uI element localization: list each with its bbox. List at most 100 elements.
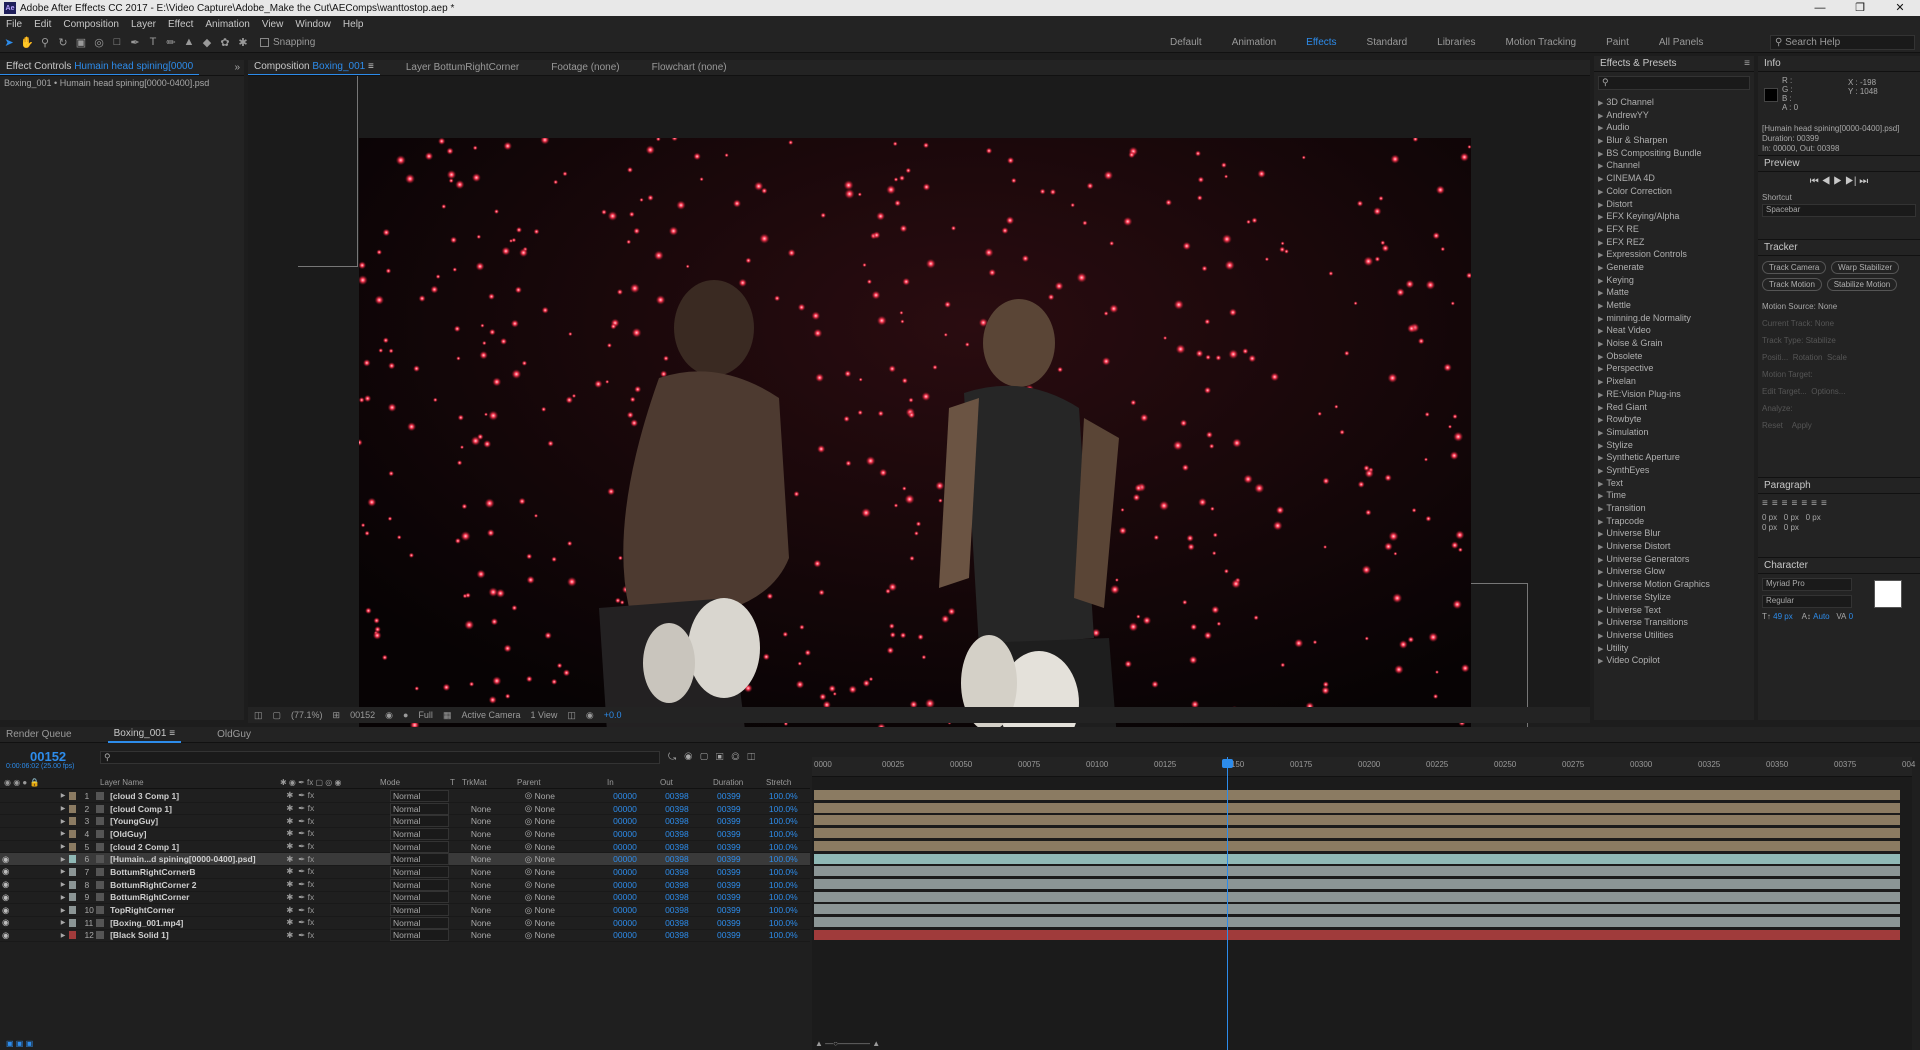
expand-arrow-icon[interactable]: ▶: [59, 830, 69, 837]
tab-timeline-oldguy[interactable]: OldGuy: [211, 727, 257, 743]
header-out[interactable]: Out: [660, 778, 713, 787]
indent-first-value[interactable]: 0 px: [1762, 523, 1777, 532]
label-color-swatch[interactable]: [68, 918, 77, 927]
current-time-timecode[interactable]: 00152: [30, 749, 66, 764]
eye-icon[interactable]: ◉: [0, 917, 10, 928]
layer-in[interactable]: 00000: [611, 842, 663, 852]
fx-category[interactable]: ▶ Distort: [1594, 198, 1754, 211]
position-checkbox[interactable]: Positi...: [1762, 353, 1788, 362]
layer-duration[interactable]: 00399: [715, 854, 767, 864]
layer-duration[interactable]: 00399: [715, 892, 767, 902]
fx-category[interactable]: ▶ Stylize: [1594, 439, 1754, 452]
space-before-value[interactable]: 0 px: [1806, 513, 1821, 522]
layer-row[interactable]: ◉ ▶ 12 [Black Solid 1] ✱ ✒ fx Normal None ◎ None…: [0, 929, 810, 943]
pickwhip-icon[interactable]: ◎: [523, 803, 533, 814]
workspace-all-panels[interactable]: All Panels: [1659, 37, 1703, 48]
layer-duration-bar[interactable]: [814, 853, 1900, 864]
pickwhip-icon[interactable]: ◎: [523, 828, 533, 839]
pickwhip-icon[interactable]: ◎: [523, 905, 533, 916]
layer-out[interactable]: 00398: [663, 880, 715, 890]
layer-duration-bar[interactable]: [814, 929, 1900, 940]
blend-mode-dropdown[interactable]: Normal: [390, 891, 449, 904]
fx-category[interactable]: ▶ Blur & Sharpen: [1594, 134, 1754, 147]
fx-category[interactable]: ▶ Mettle: [1594, 299, 1754, 312]
layer-duration-bar[interactable]: [814, 790, 1900, 800]
parent-dropdown[interactable]: None: [533, 816, 602, 826]
layer-stretch[interactable]: 100.0%: [767, 816, 810, 826]
fx-category[interactable]: ▶ Color Correction: [1594, 185, 1754, 198]
layer-in[interactable]: 00000: [611, 880, 663, 890]
layer-row[interactable]: ◉ ▶ 10 TopRightCorner ✱ ✒ fx Normal None ◎ None 0…: [0, 904, 810, 917]
header-layer-name[interactable]: Layer Name: [100, 778, 280, 787]
parent-dropdown[interactable]: None: [533, 804, 602, 814]
layer-duration[interactable]: 00399: [715, 867, 767, 877]
layer-in[interactable]: 00000: [611, 892, 663, 902]
label-color-swatch[interactable]: [68, 906, 77, 915]
channel-icon[interactable]: ●: [403, 710, 408, 720]
menu-effect[interactable]: Effect: [162, 19, 199, 30]
parent-dropdown[interactable]: None: [533, 867, 602, 877]
layer-out[interactable]: 00398: [663, 791, 715, 801]
layer-row[interactable]: ▶ 3 [YoungGuy] ✱ ✒ fx Normal None ◎ None 00000 00…: [0, 815, 810, 829]
fx-category[interactable]: ▶ Keying: [1594, 274, 1754, 287]
clone-stamp-tool-icon[interactable]: ▲: [181, 34, 197, 50]
layer-row[interactable]: ◉ ▶ 6 [Humain...d spining[0000-0400].psd] ✱ …: [0, 853, 810, 867]
layer-row[interactable]: ◉ ▶ 11 [Boxing_001.mp4] ✱ ✒ fx Normal None ◎ Non…: [0, 916, 810, 930]
layer-out[interactable]: 00398: [663, 842, 715, 852]
layer-in[interactable]: 00000: [611, 854, 663, 864]
layer-stretch[interactable]: 100.0%: [767, 791, 810, 801]
blend-mode-dropdown[interactable]: Normal: [390, 789, 449, 802]
blend-mode-dropdown[interactable]: Normal: [390, 929, 449, 942]
layer-duration[interactable]: 00399: [715, 880, 767, 890]
eye-icon[interactable]: ◉: [0, 866, 10, 877]
layer-stretch[interactable]: 100.0%: [767, 804, 810, 814]
layer-name[interactable]: [OldGuy]: [108, 829, 284, 839]
layer-duration[interactable]: 00399: [715, 905, 767, 915]
eye-icon[interactable]: ◉: [0, 854, 10, 865]
label-color-swatch[interactable]: [68, 817, 77, 826]
header-parent[interactable]: Parent: [517, 778, 607, 787]
layer-name[interactable]: [Black Solid 1]: [108, 930, 284, 940]
expand-arrow-icon[interactable]: ▶: [59, 856, 69, 863]
eye-icon[interactable]: ◉: [0, 879, 10, 890]
trkmat-dropdown[interactable]: None: [469, 867, 518, 877]
indent-right-value[interactable]: 0 px: [1784, 513, 1799, 522]
pickwhip-icon[interactable]: ◎: [523, 879, 533, 890]
tracking-value[interactable]: 0: [1849, 612, 1853, 621]
layer-switches-icons[interactable]: ✱ ✒ fx: [284, 879, 390, 890]
pan-behind-tool-icon[interactable]: ◎: [91, 34, 107, 50]
layer-row[interactable]: ▶ 1 [cloud 3 Comp 1] ✱ ✒ fx Normal ◎ None 00000…: [0, 789, 810, 803]
layer-stretch[interactable]: 100.0%: [767, 930, 810, 940]
layer-out[interactable]: 00398: [663, 804, 715, 814]
header-t[interactable]: T: [450, 778, 462, 787]
fx-category[interactable]: ▶ Matte: [1594, 286, 1754, 299]
maximize-icon[interactable]: ❐: [1840, 0, 1880, 16]
resolution-dropdown[interactable]: Full: [418, 710, 433, 720]
indent-left-value[interactable]: 0 px: [1762, 513, 1777, 522]
layer-switches-icons[interactable]: ✱ ✒ fx: [284, 917, 390, 928]
trkmat-dropdown[interactable]: None: [469, 918, 518, 928]
layer-stretch[interactable]: 100.0%: [767, 867, 810, 877]
track-type-dropdown[interactable]: Stabilize: [1806, 336, 1836, 345]
layer-switches-icons[interactable]: ✱ ✒ fx: [284, 828, 390, 839]
layer-duration-bar[interactable]: [814, 828, 1900, 839]
header-mode[interactable]: Mode: [380, 778, 450, 787]
layer-duration-bar[interactable]: [814, 802, 1900, 813]
parent-dropdown[interactable]: None: [533, 918, 602, 928]
panel-menu-icon[interactable]: ≡: [1744, 58, 1754, 69]
layer-switches-icons[interactable]: ✱ ✒ fx: [284, 892, 390, 903]
menu-window[interactable]: Window: [289, 19, 337, 30]
prev-frame-icon[interactable]: ◀: [1822, 176, 1831, 187]
fx-category[interactable]: ▶ Audio: [1594, 121, 1754, 134]
trkmat-dropdown[interactable]: None: [469, 880, 518, 890]
tab-flowchart[interactable]: Flowchart (none): [646, 60, 733, 75]
layer-out[interactable]: 00398: [663, 892, 715, 902]
layer-row[interactable]: ◉ ▶ 9 BottumRightCorner ✱ ✒ fx Normal None ◎ Non…: [0, 891, 810, 905]
fx-category[interactable]: ▶ EFX RE: [1594, 223, 1754, 236]
scale-checkbox[interactable]: Scale: [1827, 353, 1847, 362]
pickwhip-icon[interactable]: ◎: [523, 841, 533, 852]
timeline-switch-icons[interactable]: ⤿◉▢▣◎◫: [668, 752, 763, 763]
workspace-libraries[interactable]: Libraries: [1437, 37, 1475, 48]
reset-button[interactable]: Reset: [1762, 421, 1783, 430]
pen-tool-icon[interactable]: ✒: [127, 34, 143, 50]
